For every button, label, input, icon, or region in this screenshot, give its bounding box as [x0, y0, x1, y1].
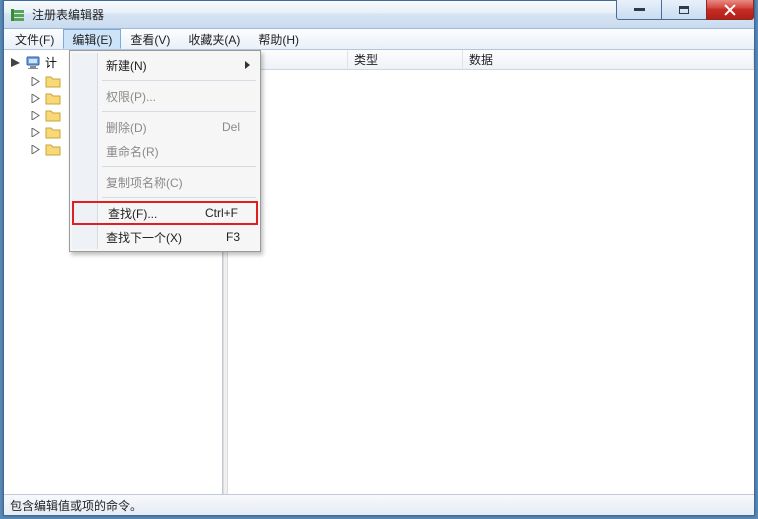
statusbar: 包含编辑值或项的命令。: [4, 494, 754, 515]
titlebar[interactable]: 注册表编辑器: [4, 1, 754, 29]
menu-separator: [102, 166, 256, 167]
window-controls: [617, 0, 754, 20]
tree-root-label: 计: [45, 54, 57, 71]
list-pane: 名称 类型 数据: [228, 50, 754, 494]
menu-item-label: 新建(N): [106, 57, 147, 74]
column-data[interactable]: 数据: [463, 50, 754, 69]
menu-shortcut: Ctrl+F: [205, 206, 256, 220]
menu-item-label: 重命名(R): [106, 143, 159, 160]
menu-item-find[interactable]: 查找(F)... Ctrl+F: [72, 201, 258, 225]
menu-item-label: 复制项名称(C): [106, 174, 183, 191]
folder-icon: [45, 143, 61, 157]
menu-item-find-next[interactable]: 查找下一个(X) F3: [72, 225, 258, 249]
window-title: 注册表编辑器: [32, 6, 104, 23]
maximize-icon: [679, 6, 689, 14]
menu-item-label: 查找下一个(X): [106, 229, 182, 246]
menubar: 文件(F) 编辑(E) 查看(V) 收藏夹(A) 帮助(H): [4, 29, 754, 50]
regedit-app-icon: [10, 7, 26, 23]
menu-shortcut: Del: [222, 120, 258, 134]
minimize-button[interactable]: [616, 0, 662, 20]
expand-icon[interactable]: [30, 76, 41, 87]
menu-view[interactable]: 查看(V): [121, 29, 179, 49]
close-button[interactable]: [706, 0, 754, 20]
menu-item-label: 查找(F)...: [108, 205, 157, 222]
expand-icon[interactable]: [30, 144, 41, 155]
collapse-icon[interactable]: [10, 57, 21, 68]
folder-icon: [45, 109, 61, 123]
menu-shortcut: F3: [226, 230, 258, 244]
list-header: 名称 类型 数据: [228, 50, 754, 70]
menu-item-label: 权限(P)...: [106, 88, 156, 105]
statusbar-text: 包含编辑值或项的命令。: [10, 497, 142, 514]
menu-edit[interactable]: 编辑(E): [63, 29, 121, 49]
menu-item-new[interactable]: 新建(N): [72, 53, 258, 77]
expand-icon[interactable]: [30, 127, 41, 138]
menu-item-label: 删除(D): [106, 119, 147, 136]
column-type[interactable]: 类型: [348, 50, 463, 69]
list-body[interactable]: [228, 70, 754, 494]
menu-separator: [102, 111, 256, 112]
menu-file[interactable]: 文件(F): [6, 29, 63, 49]
menu-item-permissions[interactable]: 权限(P)...: [72, 84, 258, 108]
menu-separator: [102, 197, 256, 198]
submenu-arrow-icon: [245, 61, 250, 69]
menu-item-copy-key-name[interactable]: 复制项名称(C): [72, 170, 258, 194]
computer-icon: [25, 55, 41, 71]
menu-item-delete[interactable]: 删除(D) Del: [72, 115, 258, 139]
menu-favorites[interactable]: 收藏夹(A): [179, 29, 249, 49]
folder-icon: [45, 75, 61, 89]
folder-icon: [45, 126, 61, 140]
folder-icon: [45, 92, 61, 106]
maximize-button[interactable]: [661, 0, 707, 20]
expand-icon[interactable]: [30, 93, 41, 104]
menu-item-rename[interactable]: 重命名(R): [72, 139, 258, 163]
close-icon: [724, 4, 736, 16]
regedit-window: 注册表编辑器 文件(F) 编辑(E) 查看(V) 收藏夹(A) 帮助(H) 计: [3, 0, 755, 516]
menu-separator: [102, 80, 256, 81]
expand-icon[interactable]: [30, 110, 41, 121]
minimize-icon: [634, 8, 645, 11]
edit-dropdown-menu: 新建(N) 权限(P)... 删除(D) Del 重命名(R) 复制项名称(C)…: [69, 50, 261, 252]
menu-help[interactable]: 帮助(H): [249, 29, 308, 49]
